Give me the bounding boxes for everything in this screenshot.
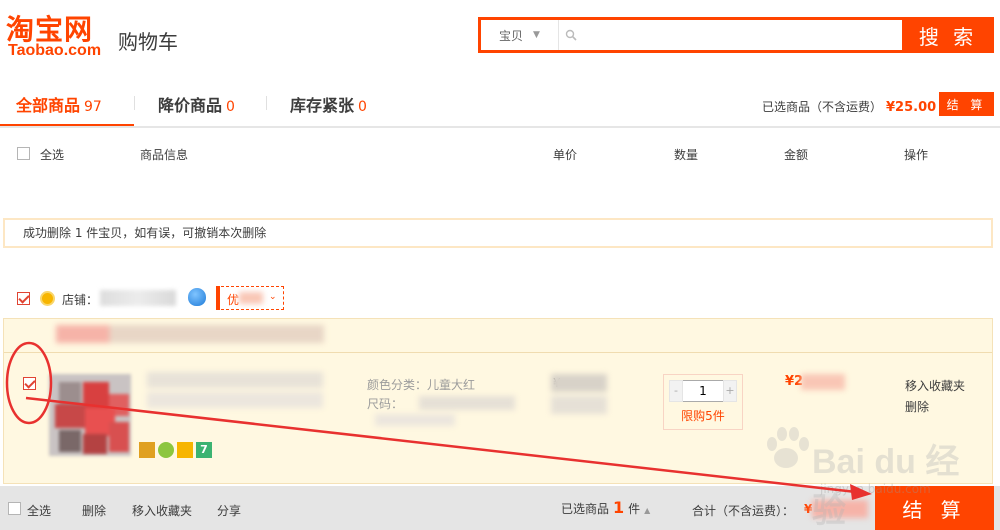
tab-divider <box>266 96 267 110</box>
baidu-jingyan-watermark: Bai du 经验 jingyan.baidu.com <box>760 420 960 530</box>
paw-icon <box>767 427 809 468</box>
card-icon <box>139 442 155 458</box>
cart-tabs: 全部商品 97 降价商品 0 库存紧张 0 已选商品（不含运费） ¥25.00 结 算 <box>0 78 1000 128</box>
col-amount: 金额 <box>784 148 809 162</box>
quantity-plus-button[interactable]: + <box>723 380 737 402</box>
purchase-limit-text: 限购5件 <box>681 409 725 423</box>
sku-size-label: 尺码： <box>367 397 404 411</box>
sku-size-redacted <box>419 396 515 410</box>
logo-en-text: Taobao.com <box>8 42 102 59</box>
chevron-down-icon: ⌄ <box>269 292 277 302</box>
coupon-label: 优 <box>227 293 240 307</box>
seven-day-return-icon: 7 <box>196 442 212 458</box>
tab-low-stock[interactable]: 库存紧张 0 <box>290 92 367 116</box>
delete-notice: 成功删除 1 件宝贝，如有误，可撤销本次删除 <box>3 218 993 248</box>
quantity-control: - + 限购5件 <box>663 374 743 430</box>
tab-label: 库存紧张 <box>290 96 355 115</box>
settle-button-top[interactable]: 结 算 <box>939 92 994 116</box>
sku-color: 颜色分类：儿童大红 <box>367 378 476 392</box>
chat-icon[interactable] <box>188 288 206 306</box>
select-all-bottom-label[interactable]: 全选 <box>27 502 51 519</box>
quantity-input[interactable] <box>683 380 723 402</box>
plant-icon <box>158 442 174 458</box>
product-thumbnail[interactable] <box>49 374 131 456</box>
taobao-logo[interactable]: 淘宝网 Taobao.com <box>4 8 112 64</box>
coupon-text-redacted <box>239 292 263 304</box>
quantity-minus-button[interactable]: - <box>669 380 683 402</box>
seller-badge-icon <box>40 291 55 306</box>
product-title-redacted[interactable] <box>147 372 323 408</box>
selected-summary-label: 已选商品（不含运费） <box>762 100 883 114</box>
move-to-favorites-link[interactable]: 移入收藏夹 <box>905 377 965 394</box>
delete-item-link[interactable]: 删除 <box>905 398 929 415</box>
quantity-stepper: - + <box>669 380 737 402</box>
share-link[interactable]: 分享 <box>217 502 241 519</box>
chevron-up-icon: ▲ <box>644 506 651 515</box>
sku-extra-redacted <box>375 414 455 426</box>
shop-label: 店铺： <box>62 293 99 307</box>
bulk-favorite-link[interactable]: 移入收藏夹 <box>132 502 192 519</box>
selected-count: 1 <box>613 498 625 517</box>
search-button[interactable]: 搜 索 <box>902 19 994 52</box>
shop-row: 店铺： 优 ⌄ <box>0 284 1000 314</box>
item-divider <box>4 352 992 353</box>
search-input[interactable] <box>583 20 902 50</box>
col-actions: 操作 <box>904 148 929 162</box>
watermark-url: jingyan.baidu.com <box>820 482 931 496</box>
selected-count-info[interactable]: 已选商品 1 件 ▲ <box>561 498 650 517</box>
promo-text-redacted <box>56 325 324 343</box>
search-category-label: 宝贝 <box>499 28 524 43</box>
shop-name-redacted[interactable] <box>100 290 176 306</box>
tab-count: 0 <box>358 99 367 115</box>
tab-count: 0 <box>226 99 235 115</box>
search-category-select[interactable]: 宝贝 ▼ <box>481 20 559 50</box>
total-label: 合计（不含运费）： <box>692 504 795 518</box>
selected-label: 已选商品 <box>561 502 610 516</box>
select-all-checkbox-bottom[interactable] <box>8 502 21 515</box>
tab-label: 全部商品 <box>16 96 81 115</box>
col-select-all[interactable]: 全选 <box>40 146 64 163</box>
item-checkbox[interactable] <box>23 377 36 390</box>
tab-price-drop[interactable]: 降价商品 0 <box>158 92 235 116</box>
service-badges: 7 <box>139 442 212 458</box>
col-item-info: 商品信息 <box>140 148 189 162</box>
select-all-checkbox-top[interactable] <box>17 147 30 160</box>
selected-summary: 已选商品（不含运费） ¥25.00 <box>762 98 936 115</box>
tab-divider <box>134 96 135 110</box>
unit-price-redacted <box>551 374 607 414</box>
page-title: 购物车 <box>118 30 178 54</box>
tab-label: 降价商品 <box>158 96 223 115</box>
col-quantity: 数量 <box>674 148 699 162</box>
sun-icon <box>177 442 193 458</box>
bulk-delete-link[interactable]: 删除 <box>82 502 106 519</box>
tab-all-items[interactable]: 全部商品 97 <box>16 92 102 116</box>
active-tab-underline <box>0 124 134 126</box>
tab-count: 97 <box>84 99 102 115</box>
search-bar: 宝贝 ▼ 搜 索 <box>478 17 994 53</box>
selected-summary-price: ¥25.00 <box>886 100 937 115</box>
coupon-dropdown[interactable]: 优 ⌄ <box>216 286 284 310</box>
selected-unit: 件 <box>628 502 641 516</box>
search-icon <box>559 20 583 50</box>
subtotal-redacted <box>801 374 845 390</box>
chevron-down-icon: ▼ <box>533 30 540 40</box>
shop-checkbox[interactable] <box>17 292 30 305</box>
col-unit-price: 单价 <box>553 148 578 162</box>
